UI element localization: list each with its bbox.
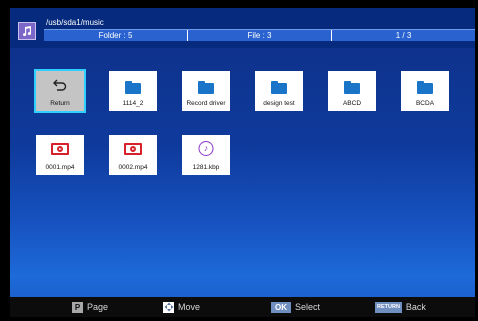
tile-label: Return [50, 100, 70, 107]
folder-icon [198, 81, 214, 94]
tile-folder-bcda[interactable]: BCDA [401, 71, 449, 111]
tile-video-0002[interactable]: 0002.mp4 [109, 135, 157, 175]
current-path: /usb/sda1/music [46, 18, 104, 27]
tile-video-0001[interactable]: 0001.mp4 [36, 135, 84, 175]
ok-key-icon: OK [271, 301, 291, 313]
hint-page-label: Page [87, 302, 109, 312]
page-indicator: 1 / 3 [395, 31, 412, 40]
header: /usb/sda1/music Folder : 5 File : 3 1 / … [10, 8, 475, 48]
dpad-icon [163, 301, 174, 313]
folder-icon [417, 81, 433, 94]
folder-icon [125, 81, 141, 94]
hint-back-label: Back [405, 302, 426, 312]
folder-icon [271, 81, 287, 94]
tile-folder-record-driver[interactable]: Record driver [182, 71, 230, 111]
tile-label: 0001.mp4 [45, 164, 75, 171]
music-icon [18, 22, 36, 40]
video-icon [51, 143, 69, 155]
return-icon [53, 78, 67, 96]
tile-label: BCDA [415, 100, 435, 107]
tile-return[interactable]: Return [34, 69, 86, 113]
hint-move: Move [163, 301, 201, 313]
tile-folder-1114-2[interactable]: 1114_2 [109, 71, 157, 111]
footer-key-hints: P Page Move OK Select RETURN Back [10, 297, 475, 317]
hint-back: RETURN Back [375, 301, 426, 313]
folder-count: Folder : 5 [44, 30, 188, 41]
tile-folder-design-test[interactable]: design test [255, 71, 303, 111]
hint-select: OK Select [271, 301, 321, 313]
file-count: File : 3 [188, 30, 332, 41]
tile-label: Record driver [186, 100, 226, 107]
info-bar: Folder : 5 File : 3 1 / 3 [44, 29, 475, 41]
tile-label: ABCD [342, 100, 362, 107]
music-note-icon: ♪ [198, 141, 214, 156]
tile-audio-1281[interactable]: ♪ 1281.kbp [182, 135, 230, 175]
hint-move-label: Move [178, 302, 201, 312]
folder-icon [344, 81, 360, 94]
return-key-icon: RETURN [375, 301, 402, 313]
tile-folder-abcd[interactable]: ABCD [328, 71, 376, 111]
tile-label: design test [263, 100, 295, 107]
tile-label: 1281.kbp [192, 164, 220, 171]
hint-select-label: Select [295, 302, 321, 312]
hint-page: P Page [72, 301, 109, 313]
p-key-icon: P [72, 301, 83, 313]
video-icon [124, 143, 142, 155]
tile-label: 0002.mp4 [118, 164, 148, 171]
media-browser-screen: /usb/sda1/music Folder : 5 File : 3 1 / … [10, 8, 475, 313]
tile-label: 1114_2 [122, 100, 144, 107]
